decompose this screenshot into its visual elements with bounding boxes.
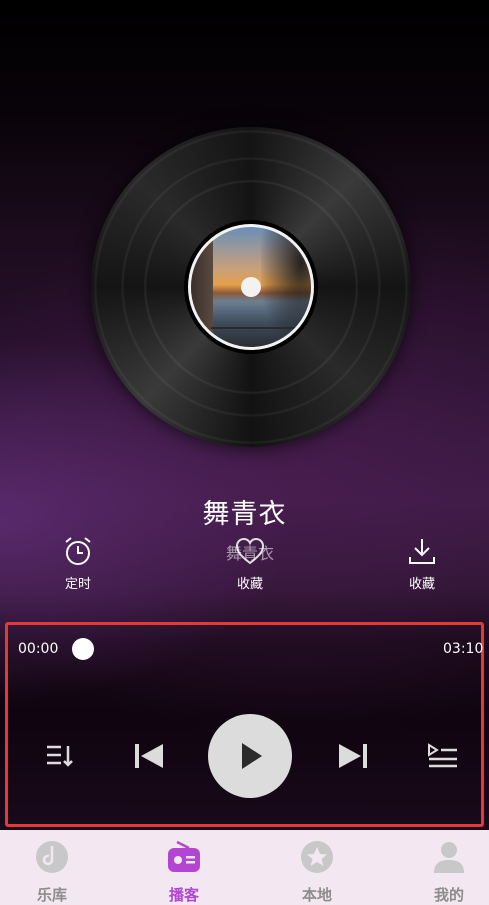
previous-button[interactable] [133,742,165,774]
tab-mine[interactable]: 我的 [409,830,489,905]
play-icon [242,743,262,769]
download-label: 收藏 [408,577,435,592]
user-icon [434,842,464,873]
tab-music-library[interactable]: 乐库 [12,830,92,905]
bottom-tab-bar: 乐库 播客 本地 我的 [0,830,489,905]
favorite-button[interactable]: 收藏 [210,535,290,592]
timer-button[interactable]: 定时 [38,535,118,592]
download-icon [409,539,435,564]
tab-local[interactable]: 本地 [277,830,357,905]
tab-label: 我的 [433,886,464,904]
alarm-clock-icon [65,537,91,565]
skip-next-icon [339,744,367,768]
timer-label: 定时 [64,577,91,592]
total-time: 03:10 [443,641,484,657]
tab-label: 播客 [168,886,199,904]
tab-podcast[interactable]: 播客 [144,830,224,905]
music-disc-icon [36,841,68,873]
download-button[interactable]: 收藏 [382,535,462,592]
record-center-hole [241,277,261,297]
tab-label: 乐库 [36,886,67,904]
next-button[interactable] [337,742,369,774]
radio-icon [168,840,200,872]
vinyl-record [91,127,411,447]
song-title: 舞青衣 [202,499,287,530]
tab-label: 本地 [301,886,332,904]
play-queue-icon [428,743,457,768]
queue-button[interactable] [427,743,459,773]
progress-slider-thumb[interactable] [72,638,94,660]
star-icon [301,841,333,873]
current-time: 00:00 [18,641,59,657]
play-button[interactable] [208,714,292,798]
skip-previous-icon [135,744,163,768]
playlist-sort-icon [47,745,73,767]
favorite-label: 收藏 [236,577,263,592]
heart-icon [235,537,265,565]
playlist-button[interactable] [45,744,75,772]
